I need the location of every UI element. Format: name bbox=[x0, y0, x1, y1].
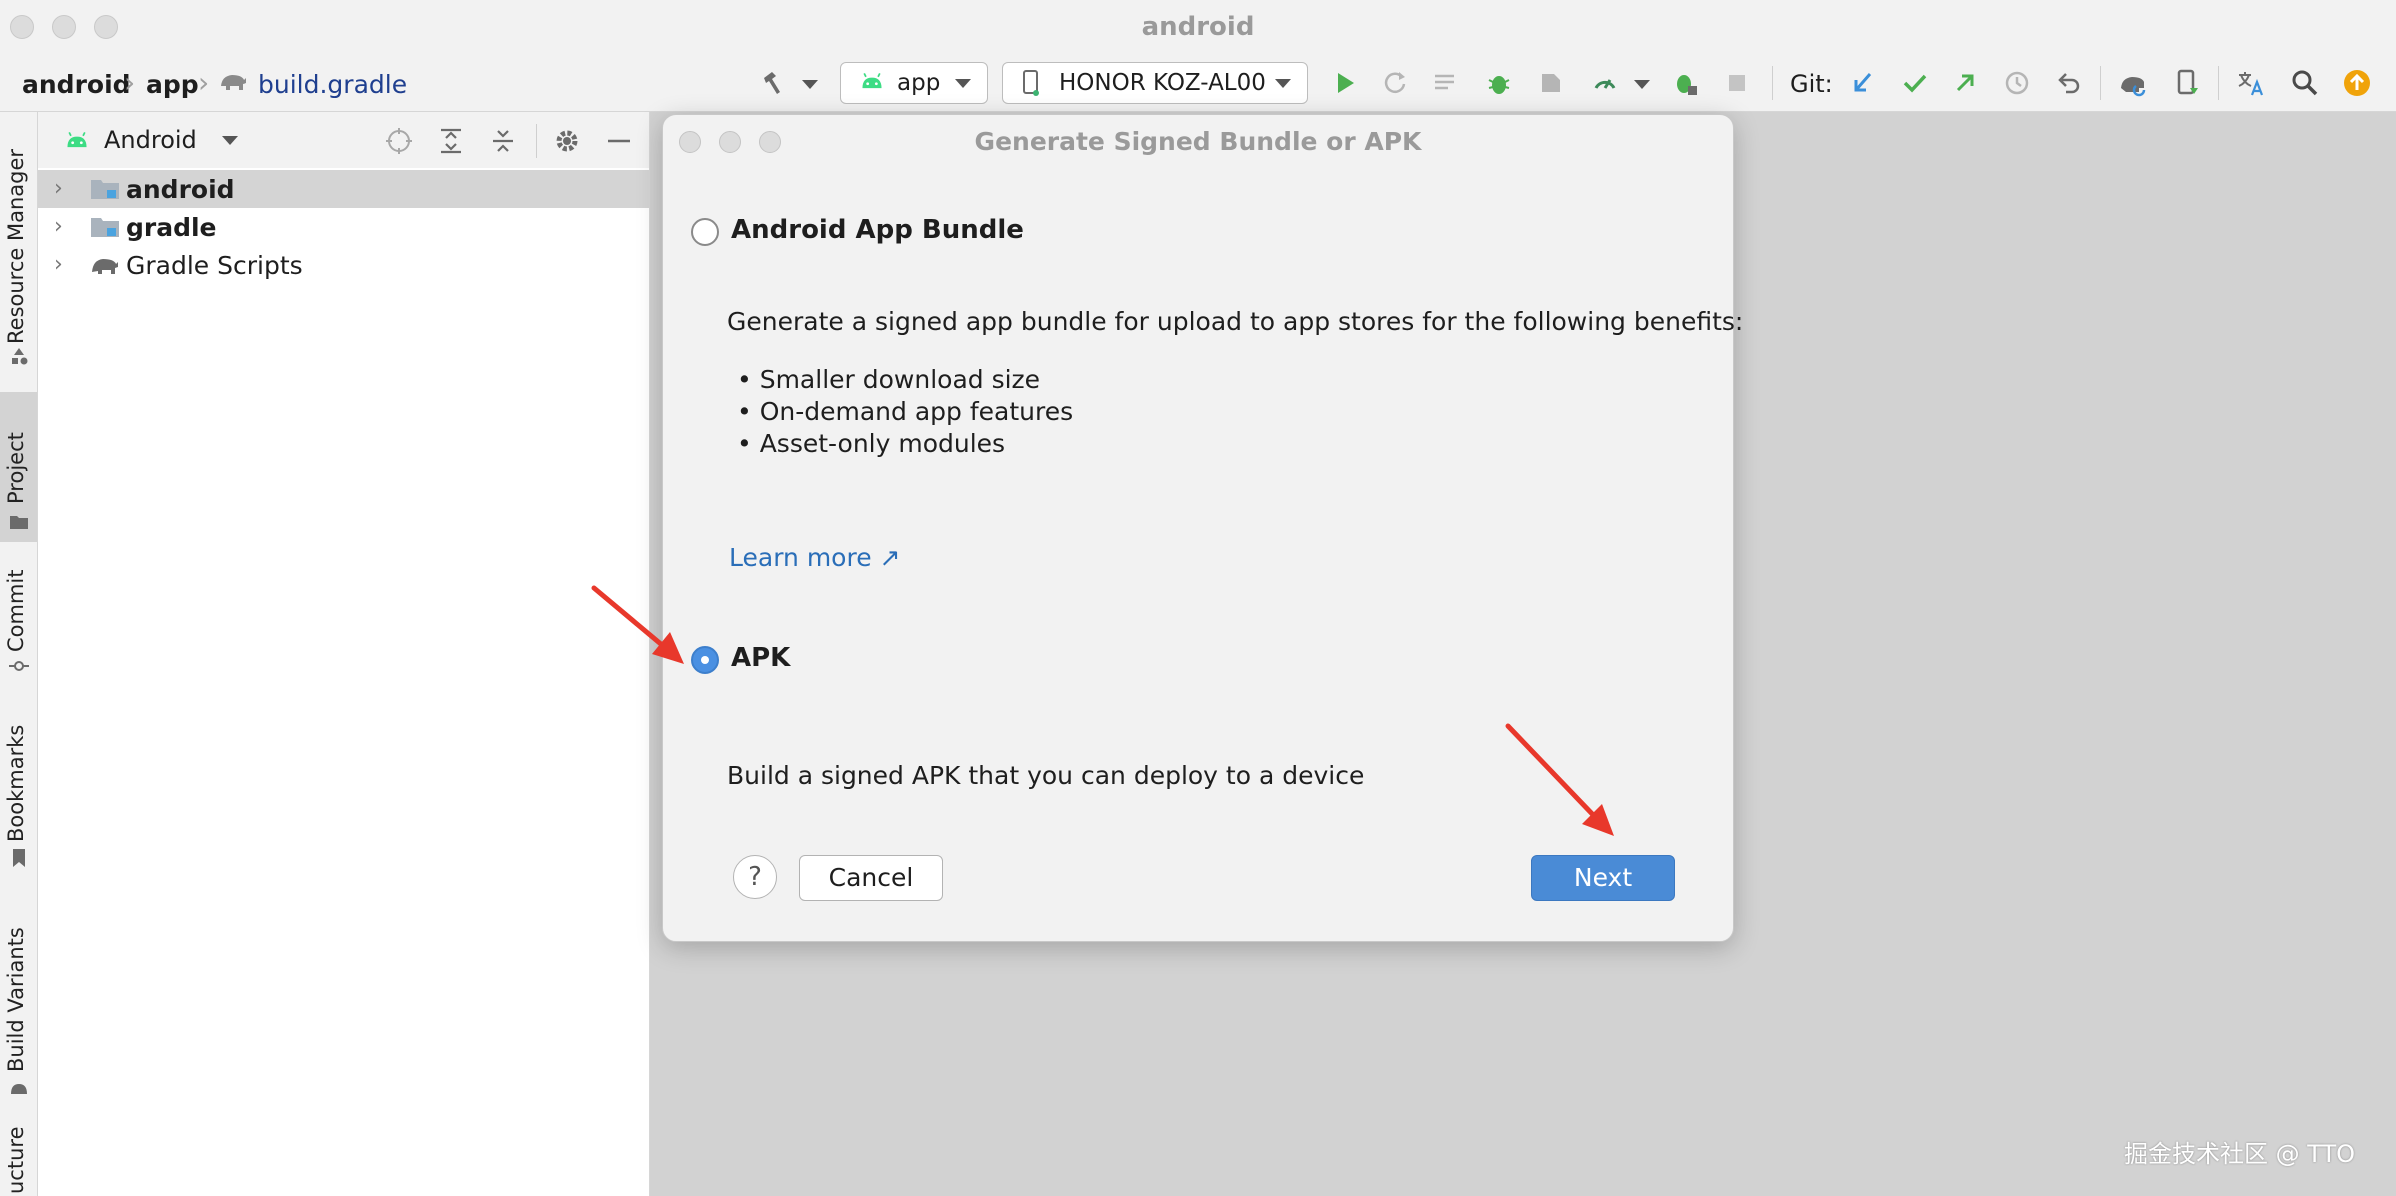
run-config-select[interactable]: app bbox=[840, 62, 988, 104]
phone-icon bbox=[1019, 69, 1043, 97]
cancel-button[interactable]: Cancel bbox=[799, 855, 943, 901]
android-icon bbox=[64, 128, 90, 154]
tree-item-label: gradle bbox=[126, 213, 217, 242]
chevron-right-icon[interactable]: › bbox=[54, 214, 63, 239]
tree-item-gradle-scripts[interactable]: › Gradle Scripts bbox=[38, 246, 649, 284]
tab-project[interactable]: Project bbox=[0, 392, 37, 542]
android-icon bbox=[11, 1084, 27, 1094]
apk-option-label[interactable]: APK bbox=[731, 643, 790, 673]
left-tool-strip: Resource Manager Project Commit Bookmark… bbox=[0, 112, 38, 1196]
debug-icon[interactable] bbox=[1484, 68, 1514, 98]
benefit-item: • Smaller download size bbox=[737, 365, 1041, 394]
bookmark-icon bbox=[13, 849, 25, 867]
collapse-all-icon[interactable] bbox=[488, 126, 518, 156]
benefit-item: • On-demand app features bbox=[737, 397, 1074, 426]
toolbar-separator bbox=[1772, 66, 1773, 100]
android-icon bbox=[859, 69, 885, 95]
device-manager-icon[interactable] bbox=[2172, 68, 2202, 98]
minimize-panel-icon[interactable] bbox=[604, 126, 634, 156]
learn-more-link[interactable]: Learn more ↗ bbox=[729, 543, 900, 572]
breadcrumb-separator: › bbox=[124, 66, 136, 99]
chevron-down-icon bbox=[1275, 79, 1291, 88]
profile-icon[interactable] bbox=[1536, 68, 1566, 98]
git-update-icon[interactable] bbox=[1848, 68, 1878, 98]
breadcrumb-project[interactable]: android bbox=[22, 70, 131, 99]
window-title: android bbox=[1141, 12, 1255, 42]
apk-radio[interactable] bbox=[691, 646, 719, 674]
tab-label: Resource Manager bbox=[4, 148, 28, 344]
gear-icon[interactable] bbox=[552, 126, 582, 156]
module-folder-icon bbox=[91, 180, 119, 199]
git-label: Git: bbox=[1790, 70, 1833, 98]
chevron-down-icon bbox=[955, 79, 971, 88]
next-button[interactable]: Next bbox=[1531, 855, 1675, 901]
attach-debugger-icon[interactable] bbox=[1670, 68, 1700, 98]
tree-item-label: android bbox=[126, 175, 235, 204]
rollback-icon[interactable] bbox=[2054, 68, 2084, 98]
help-button[interactable]: ? bbox=[733, 855, 777, 899]
generate-signed-dialog: Generate Signed Bundle or APK Android Ap… bbox=[662, 114, 1743, 942]
expand-all-icon[interactable] bbox=[436, 126, 466, 156]
dialog-title: Generate Signed Bundle or APK bbox=[974, 127, 1422, 156]
gradle-elephant-icon bbox=[92, 259, 118, 274]
git-commit-icon[interactable] bbox=[1900, 68, 1930, 98]
tab-label: Commit bbox=[4, 569, 28, 653]
stop-icon[interactable] bbox=[1722, 68, 1752, 98]
apk-description: Build a signed APK that you can deploy t… bbox=[727, 761, 1365, 790]
project-panel-header: Android bbox=[38, 112, 649, 168]
chevron-right-icon[interactable]: › bbox=[54, 176, 63, 201]
tab-commit[interactable]: Commit bbox=[0, 552, 37, 682]
chevron-down-icon[interactable] bbox=[222, 136, 238, 145]
chevron-down-icon[interactable] bbox=[802, 80, 818, 89]
resource-manager-icon bbox=[12, 348, 28, 365]
tab-resource-manager[interactable]: Resource Manager bbox=[0, 124, 37, 365]
main-toolbar: android › app › build.gradle app HONOR K… bbox=[0, 54, 2396, 112]
hammer-icon[interactable] bbox=[758, 68, 788, 98]
project-panel: Android › android › gradle › Gradle Scri… bbox=[38, 112, 650, 1196]
breadcrumb-separator: › bbox=[198, 66, 210, 99]
tab-structure[interactable]: ucture bbox=[0, 1122, 37, 1196]
git-push-icon[interactable] bbox=[1950, 68, 1980, 98]
folder-icon bbox=[10, 516, 28, 529]
bundle-description: Generate a signed app bundle for upload … bbox=[727, 307, 1744, 336]
chevron-down-icon[interactable] bbox=[1634, 80, 1650, 89]
play-icon[interactable] bbox=[1330, 68, 1360, 98]
commit-icon bbox=[9, 661, 29, 671]
title-bar: android bbox=[0, 0, 2396, 54]
bundle-option-label[interactable]: Android App Bundle bbox=[731, 215, 1024, 245]
tab-label: Bookmarks bbox=[4, 724, 28, 842]
project-view-mode[interactable]: Android bbox=[104, 126, 197, 154]
breadcrumb-file[interactable]: build.gradle bbox=[258, 70, 407, 99]
tab-label: ucture bbox=[4, 1126, 28, 1195]
history-icon[interactable] bbox=[2002, 68, 2032, 98]
tree-item-android[interactable]: › android bbox=[38, 170, 649, 208]
tree-item-gradle[interactable]: › gradle bbox=[38, 208, 649, 246]
bundle-radio[interactable] bbox=[691, 218, 719, 246]
update-icon[interactable] bbox=[2342, 68, 2372, 98]
breadcrumb-module[interactable]: app bbox=[146, 70, 199, 99]
rerun-icon[interactable] bbox=[1380, 68, 1410, 98]
benefit-item: • Asset-only modules bbox=[737, 429, 1006, 458]
gradle-elephant-icon bbox=[218, 66, 248, 96]
coverage-icon[interactable] bbox=[1430, 68, 1460, 98]
tab-label: Project bbox=[4, 432, 28, 504]
chevron-right-icon[interactable]: › bbox=[54, 252, 63, 277]
toolbar-separator bbox=[2100, 66, 2101, 100]
tab-bookmarks[interactable]: Bookmarks bbox=[0, 702, 37, 872]
toolbar-separator bbox=[2218, 66, 2219, 100]
tab-build-variants[interactable]: Build Variants bbox=[0, 892, 37, 1102]
watermark: 掘金技术社区 @ TTO bbox=[2124, 1140, 2356, 1168]
module-folder-icon bbox=[91, 218, 119, 237]
toolbar-separator bbox=[536, 124, 537, 158]
translate-icon[interactable] bbox=[2236, 68, 2266, 98]
device-label: HONOR KOZ-AL00 bbox=[1059, 70, 1266, 96]
search-icon[interactable] bbox=[2290, 68, 2320, 98]
locate-icon[interactable] bbox=[384, 126, 414, 156]
tree-item-label: Gradle Scripts bbox=[126, 251, 303, 280]
tab-label: Build Variants bbox=[4, 927, 28, 1072]
sync-icon[interactable] bbox=[2118, 68, 2148, 98]
attach-icon[interactable] bbox=[1590, 68, 1620, 98]
run-config-label: app bbox=[897, 70, 941, 96]
device-select[interactable]: HONOR KOZ-AL00 bbox=[1002, 62, 1308, 104]
